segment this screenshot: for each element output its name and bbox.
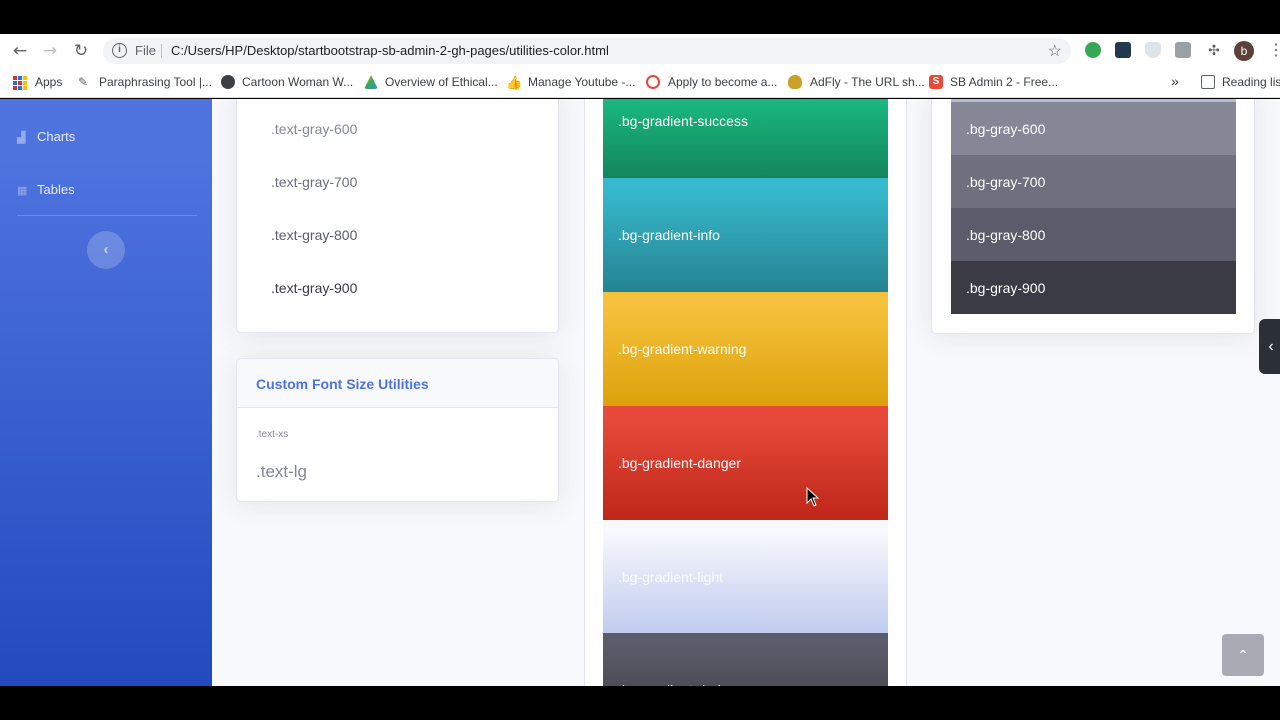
bookmark-item[interactable]: Manage Youtube -...	[528, 75, 635, 89]
table-icon: ▦	[17, 185, 28, 197]
swatch-label: .bg-gray-600	[966, 120, 1046, 137]
profile-avatar[interactable]: b	[1234, 41, 1254, 61]
swatch-label: .bg-gradient-info	[618, 227, 720, 243]
sb-admin-icon: S	[929, 75, 943, 89]
gray-bg-swatch: .bg-gray-900	[951, 261, 1236, 314]
side-panel-toggle-icon[interactable]: ‹	[1259, 319, 1280, 374]
browser-toolbar: ← → ↻ i File C:/Users/HP/Desktop/startbo…	[0, 34, 1280, 68]
apps-grid-icon[interactable]	[13, 76, 27, 90]
swatch-label: .bg-gray-800	[966, 226, 1046, 243]
text-gray-800-label: .text-gray-800	[271, 227, 358, 243]
menu-dots-icon[interactable]: ⋮	[1268, 41, 1280, 61]
bookmark-item[interactable]: AdFly - The URL sh...	[810, 75, 925, 89]
drive-icon	[364, 75, 378, 89]
shield-icon[interactable]	[1145, 42, 1161, 58]
bookmark-star-icon[interactable]: ☆	[1048, 41, 1062, 61]
extension-gray-icon[interactable]	[1175, 42, 1191, 58]
gradient-swatch: .bg-gradient-dark	[603, 633, 888, 686]
text-gray-700-label: .text-gray-700	[271, 174, 358, 190]
sidebar-toggle-button[interactable]: ‹	[87, 231, 125, 269]
card-header: Custom Font Size Utilities	[237, 359, 558, 408]
forward-icon[interactable]: →	[39, 40, 61, 62]
sidebar-item-label: Tables	[37, 182, 75, 197]
gradient-swatch: .bg-gradient-info	[603, 178, 888, 292]
reload-icon[interactable]: ↻	[70, 40, 92, 62]
chart-area-icon: ▟	[17, 132, 26, 144]
gray-text-card: .text-gray-600 .text-gray-700 .text-gray…	[236, 99, 559, 333]
font-size-card: Custom Font Size Utilities .text-xs .tex…	[236, 358, 559, 502]
file-label: File	[135, 43, 156, 58]
sidebar-item-label: Charts	[37, 129, 76, 144]
bookmark-item[interactable]: Overview of Ethical...	[385, 75, 498, 89]
swatch-label: .bg-gradient-warning	[618, 341, 747, 357]
bookmark-red-circle-icon	[646, 75, 660, 89]
mouse-cursor-icon	[806, 486, 820, 507]
swatch-label: .bg-gray-900	[966, 279, 1046, 296]
bookmark-item[interactable]: Cartoon Woman W...	[242, 75, 353, 89]
swatch-label: .bg-gradient-danger	[618, 455, 741, 471]
bookmark-item[interactable]: Paraphrasing Tool |...	[99, 75, 212, 89]
screen: ← → ↻ i File C:/Users/HP/Desktop/startbo…	[0, 0, 1280, 720]
gradient-swatch: .bg-gradient-warning	[603, 292, 888, 406]
sidebar: ▟ Charts ▦ Tables ‹	[0, 99, 212, 686]
omnibox-separator	[161, 44, 162, 58]
extension-green-icon[interactable]	[1085, 42, 1101, 58]
swatch-label: .bg-gradient-dark	[618, 682, 725, 686]
swatch-label: .bg-gradient-success	[618, 113, 748, 129]
bookmark-apps[interactable]: Apps	[35, 75, 62, 89]
extension-dark-icon[interactable]	[1115, 42, 1131, 58]
swatch-label: .bg-gradient-light	[618, 569, 724, 585]
scroll-to-top-button[interactable]: ⌃	[1222, 634, 1264, 676]
bookmark-item[interactable]: SB Admin 2 - Free...	[950, 75, 1058, 89]
text-gray-600-label: .text-gray-600	[271, 121, 358, 137]
swatch-label: .bg-gray-700	[966, 173, 1046, 190]
text-lg-sample: .text-lg	[256, 462, 308, 481]
page-content: ▟ Charts ▦ Tables ‹ .text-gray-600 .text-g…	[0, 99, 1280, 686]
globe-icon	[221, 75, 235, 89]
sidebar-divider	[17, 215, 197, 216]
sidebar-item-charts[interactable]: ▟ Charts	[17, 129, 75, 144]
text-xs-sample: .text-xs	[256, 429, 289, 440]
address-bar[interactable]: i File C:/Users/HP/Desktop/startbootstra…	[103, 38, 1071, 64]
bookmarks-bar: Apps ✎ Paraphrasing Tool |... Cartoon Wo…	[0, 68, 1280, 98]
thumbs-up-icon: 👍	[506, 75, 523, 90]
text-gray-900-label: .text-gray-900	[271, 280, 358, 296]
reading-list-icon	[1201, 75, 1215, 89]
card-title: Custom Font Size Utilities	[256, 376, 429, 392]
extensions-puzzle-icon[interactable]: ✣	[1203, 40, 1225, 62]
gray-bg-swatch: .bg-gray-700	[951, 155, 1236, 208]
info-icon[interactable]: i	[112, 43, 127, 58]
bookmarks-more-icon[interactable]: »	[1171, 73, 1179, 89]
gradient-swatch: .bg-gradient-success	[603, 99, 888, 178]
reading-list[interactable]: Reading list	[1222, 75, 1280, 89]
url-text[interactable]: C:/Users/HP/Desktop/startbootstrap-sb-ad…	[171, 43, 609, 58]
gradient-swatch: .bg-gradient-danger	[603, 406, 888, 520]
pencil-icon: ✎	[78, 75, 89, 89]
gray-bg-swatch: .bg-gray-800	[951, 208, 1236, 261]
bookmark-item[interactable]: Apply to become a...	[668, 75, 777, 89]
gradient-swatch: .bg-gradient-light	[603, 520, 888, 634]
sidebar-item-tables[interactable]: ▦ Tables	[17, 182, 75, 197]
back-icon[interactable]: ←	[9, 40, 31, 62]
gray-bg-swatch: .bg-gray-600	[951, 102, 1236, 155]
bee-icon	[788, 75, 802, 89]
